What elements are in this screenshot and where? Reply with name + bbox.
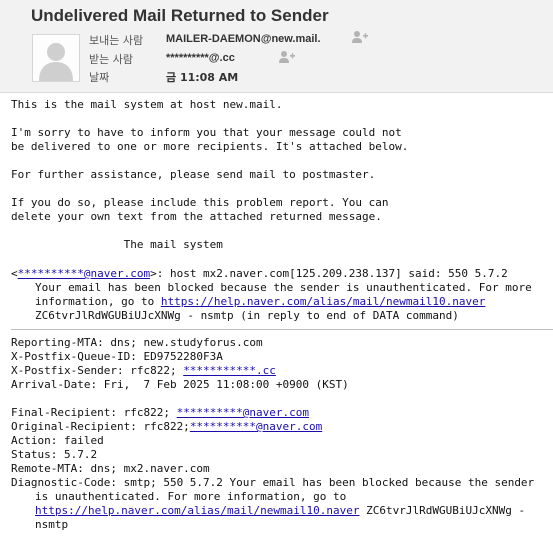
mail-subject: Undelivered Mail Returned to Sender	[31, 6, 329, 25]
report-line: Reporting-MTA: dns; new.studyforus.com	[11, 336, 263, 349]
to-value[interactable]: **********@.cc	[166, 52, 235, 64]
from-label: 보내는 사람	[89, 34, 144, 47]
sender-link[interactable]: ***********.cc	[183, 364, 276, 377]
signature-line: The mail system	[11, 238, 223, 251]
bounce-line: information, go to https://help.naver.co…	[35, 295, 486, 308]
report-line: X-Postfix-Sender: rfc822; ***********.cc	[11, 364, 276, 377]
body-line: If you do so, please include this proble…	[11, 196, 389, 209]
mail-body: This is the mail system at host new.mail…	[11, 98, 553, 532]
original-recipient-link[interactable]: **********@naver.com	[190, 420, 322, 433]
report-line: Action: failed	[11, 434, 104, 447]
report-line: Original-Recipient: rfc822;**********@na…	[11, 420, 323, 433]
report-line: Diagnostic-Code: smtp; 550 5.7.2 Your em…	[11, 476, 535, 489]
body-line: This is the mail system at host new.mail…	[11, 98, 283, 111]
bounce-line: ZC6tvrJlRdWGUBiUJcXNWg - nsmtp (in reply…	[35, 309, 459, 322]
final-recipient-link[interactable]: **********@naver.com	[177, 406, 309, 419]
add-contact-icon[interactable]	[278, 50, 296, 64]
date-label: 날짜	[89, 71, 110, 84]
report-line: is unauthenticated. For more information…	[35, 490, 347, 503]
bounce-line: <**********@naver.com>: host mx2.naver.c…	[11, 267, 508, 280]
report-line: X-Postfix-Queue-ID: ED9752280F3A	[11, 350, 223, 363]
help-link[interactable]: https://help.naver.com/alias/mail/newmai…	[161, 295, 486, 308]
bounce-line: Your email has been blocked because the …	[35, 281, 532, 294]
body-line: delete your own text from the attached r…	[11, 210, 382, 223]
to-label: 받는 사람	[89, 53, 133, 66]
report-line: nsmtp	[35, 518, 69, 531]
add-contact-icon[interactable]	[351, 30, 369, 44]
mail-header: Undelivered Mail Returned to Sender 보내는 …	[0, 0, 553, 93]
avatar	[32, 34, 80, 82]
from-value[interactable]: MAILER-DAEMON@new.mail.	[166, 33, 321, 45]
report-line: https://help.naver.com/alias/mail/newmai…	[35, 504, 526, 517]
report-line: Arrival-Date: Fri, 7 Feb 2025 11:08:00 +…	[11, 378, 349, 391]
report-line: Final-Recipient: rfc822; **********@nave…	[11, 406, 310, 419]
help-link[interactable]: https://help.naver.com/alias/mail/newmai…	[35, 504, 360, 517]
recipient-link[interactable]: **********@naver.com	[18, 267, 150, 280]
divider	[11, 329, 553, 330]
report-line: Status: 5.7.2	[11, 448, 98, 461]
date-value: 금 11:08 AM	[166, 71, 239, 84]
body-line: I'm sorry to have to inform you that you…	[11, 126, 402, 139]
body-line: For further assistance, please send mail…	[11, 168, 376, 181]
body-line: be delivered to one or more recipients. …	[11, 140, 409, 153]
report-line: Remote-MTA: dns; mx2.naver.com	[11, 462, 210, 475]
person-silhouette-icon	[39, 43, 73, 81]
